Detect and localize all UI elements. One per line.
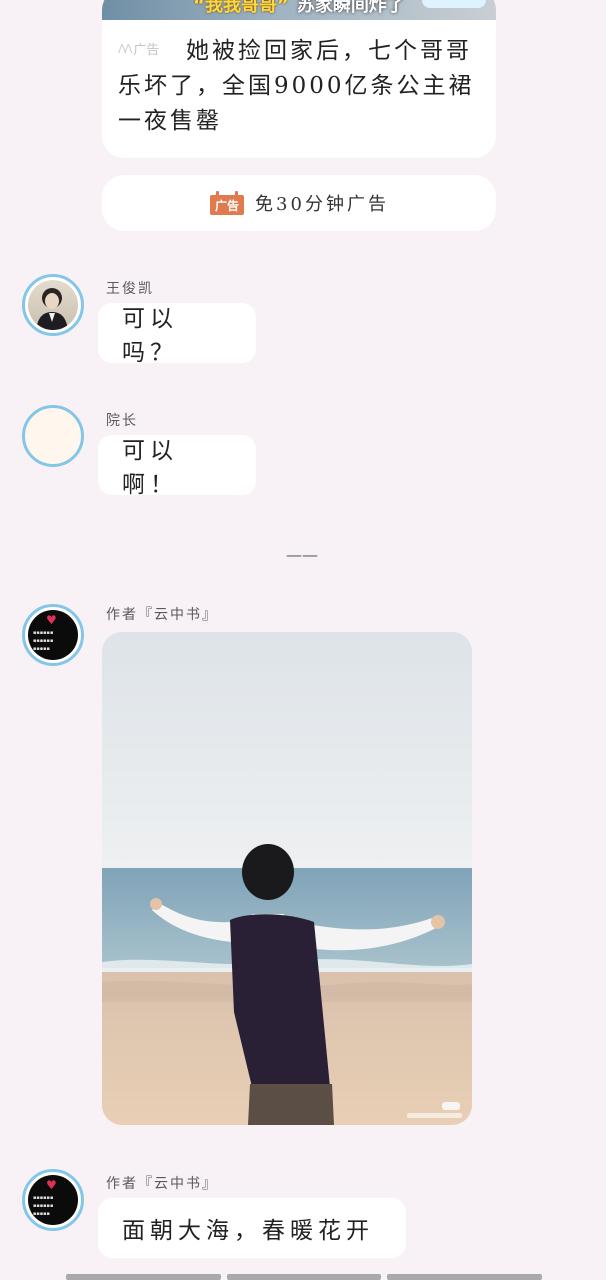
ad-banner-highlight: “我我哥哥” (193, 0, 289, 16)
bottom-tab[interactable] (226, 1274, 382, 1280)
ad-text[interactable]: 她被捡回家后，七个哥哥乐坏了，全国9000亿条公主裙一夜售罄 (118, 34, 478, 139)
heart-icon: ♥ (46, 1178, 57, 1192)
avatar-photo (28, 280, 78, 330)
ad-icon: 广告 (210, 191, 245, 215)
sender-name: 作者『云中书』 (106, 607, 218, 623)
ad-banner-text: 苏家瞬间炸了 (296, 0, 405, 16)
message-bubble[interactable]: 可以啊！ (98, 435, 256, 498)
ad-card[interactable]: “我我哥哥” 苏家瞬间炸了 ᐱᐱ 广告 她被捡回家后，七个哥哥乐坏了，全国900… (102, 0, 496, 158)
svg-text:广告: 广告 (215, 198, 239, 213)
message-image[interactable] (102, 632, 472, 1125)
avatar[interactable] (22, 274, 84, 336)
skip-ad-button[interactable]: 广告 免30分钟广告 (102, 175, 496, 231)
sender-name: 作者『云中书』 (106, 1176, 218, 1192)
bottom-toolbar (66, 1274, 543, 1280)
sender-name: 王俊凯 (106, 281, 154, 297)
bottom-tab[interactable] (387, 1274, 543, 1280)
avatar[interactable]: ♥ ▪▪▪▪▪▪ ▪▪▪▪▪▪ ▪▪▪▪▪ (22, 604, 84, 666)
avatar[interactable]: ♥ ▪▪▪▪▪▪ ▪▪▪▪▪▪ ▪▪▪▪▪ (22, 1169, 84, 1231)
message-bubble[interactable]: 面朝大海，春暖花开 (98, 1198, 406, 1258)
message-bubble[interactable]: 可以吗？ (98, 303, 256, 366)
avatar-image: ♥ ▪▪▪▪▪▪ ▪▪▪▪▪▪ ▪▪▪▪▪ (28, 1175, 78, 1225)
bottom-tab[interactable] (66, 1274, 221, 1280)
ad-banner-image[interactable]: “我我哥哥” 苏家瞬间炸了 (102, 0, 496, 20)
ad-banner-button[interactable] (422, 0, 486, 8)
divider: —— (286, 545, 318, 564)
skip-ad-label: 免30分钟广告 (255, 194, 389, 215)
avatar[interactable] (22, 405, 84, 467)
heart-icon: ♥ (46, 613, 57, 627)
sender-name: 院长 (106, 413, 138, 429)
avatar-image: ♥ ▪▪▪▪▪▪ ▪▪▪▪▪▪ ▪▪▪▪▪ (28, 610, 78, 660)
